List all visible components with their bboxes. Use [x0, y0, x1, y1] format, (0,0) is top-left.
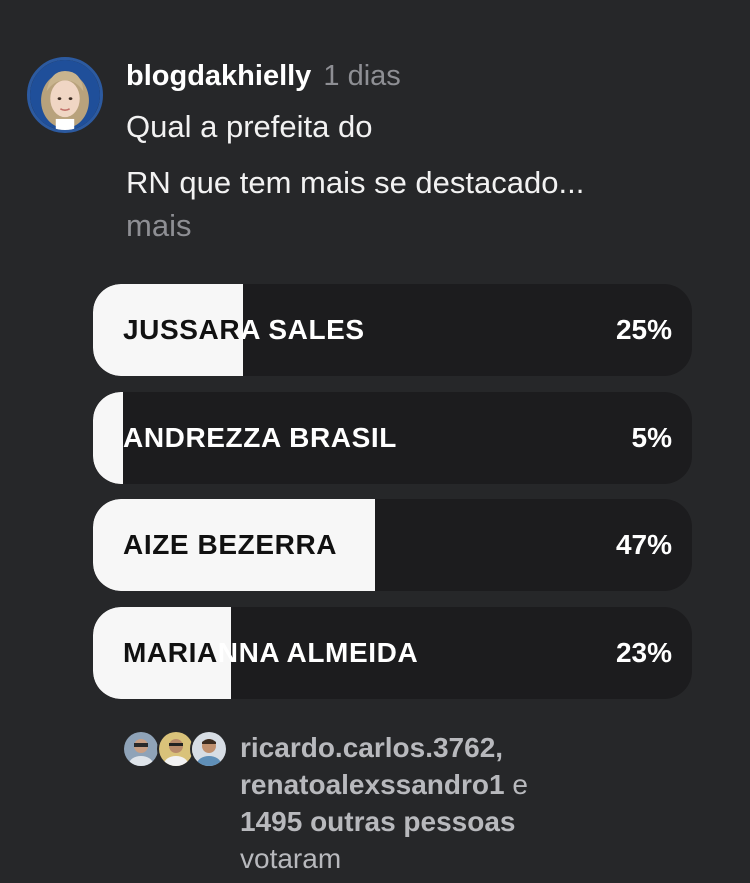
poll-option-percent: 5% — [631, 422, 672, 453]
poll-option-label-unfilled: NNA ALMEIDA — [217, 637, 419, 668]
poll-option-andrezza-brasil[interactable]: ANDREZZA BRASIL 5% — [93, 392, 692, 484]
voter-avatar-image — [159, 732, 193, 766]
poll-option-label-unfilled: ANDREZZA BRASIL — [123, 422, 397, 453]
poll-option-jussara-sales[interactable]: JUSSARA SALES 25% — [93, 284, 692, 376]
poll-option-percent: 25% — [615, 314, 672, 345]
poll-option-marianna-almeida[interactable]: MARIANNA ALMEIDA 23% — [93, 607, 692, 699]
voter-avatars[interactable] — [122, 730, 228, 770]
voters-connector: e — [512, 769, 528, 800]
voters-others-link[interactable]: 1495 outras pessoas — [240, 806, 516, 837]
voters-summary: ricardo.carlos.3762, renatoalexssandro1 … — [240, 729, 528, 877]
poll-option-percent: 47% — [615, 529, 672, 560]
poll-option-label-filled: AIZE BEZERRA — [123, 529, 338, 560]
voter-name-link[interactable]: ricardo.carlos.3762, — [240, 732, 503, 763]
poll-question-line-1: Qual a prefeita do — [126, 109, 373, 144]
author-avatar[interactable] — [27, 57, 103, 133]
poll-question-line-2: RN que tem mais se destacado... — [126, 165, 585, 200]
poll-option-label: MARIANNA ALMEIDA — [123, 607, 418, 699]
poll-option-label: ANDREZZA BRASIL — [123, 392, 397, 484]
poll-option-label: JUSSARA SALES — [123, 284, 365, 376]
post-time: 1 dias — [323, 60, 401, 92]
poll-option-label-unfilled: A SALES — [240, 314, 365, 345]
more-link[interactable]: mais — [126, 206, 191, 246]
author-avatar-image — [30, 60, 100, 130]
voter-avatar — [122, 730, 160, 768]
voter-avatar-image — [124, 732, 158, 766]
poll-option-label-filled: JUSSAR — [123, 314, 241, 345]
poll-option-aize-bezerra[interactable]: AIZE BEZERRA 47% — [93, 499, 692, 591]
voter-avatar-image — [192, 732, 226, 766]
poll-option-fill — [93, 392, 123, 484]
poll-option-label: AIZE BEZERRA — [123, 499, 337, 591]
post-header: blogdakhielly 1 dias — [126, 56, 401, 96]
voter-avatar — [190, 730, 228, 768]
username-link[interactable]: blogdakhielly — [126, 60, 311, 92]
voter-name-link[interactable]: renatoalexssandro1 — [240, 769, 505, 800]
poll-option-label-filled: MARIA — [123, 637, 218, 668]
voters-suffix: votaram — [240, 843, 342, 874]
poll-option-percent: 23% — [615, 637, 672, 668]
